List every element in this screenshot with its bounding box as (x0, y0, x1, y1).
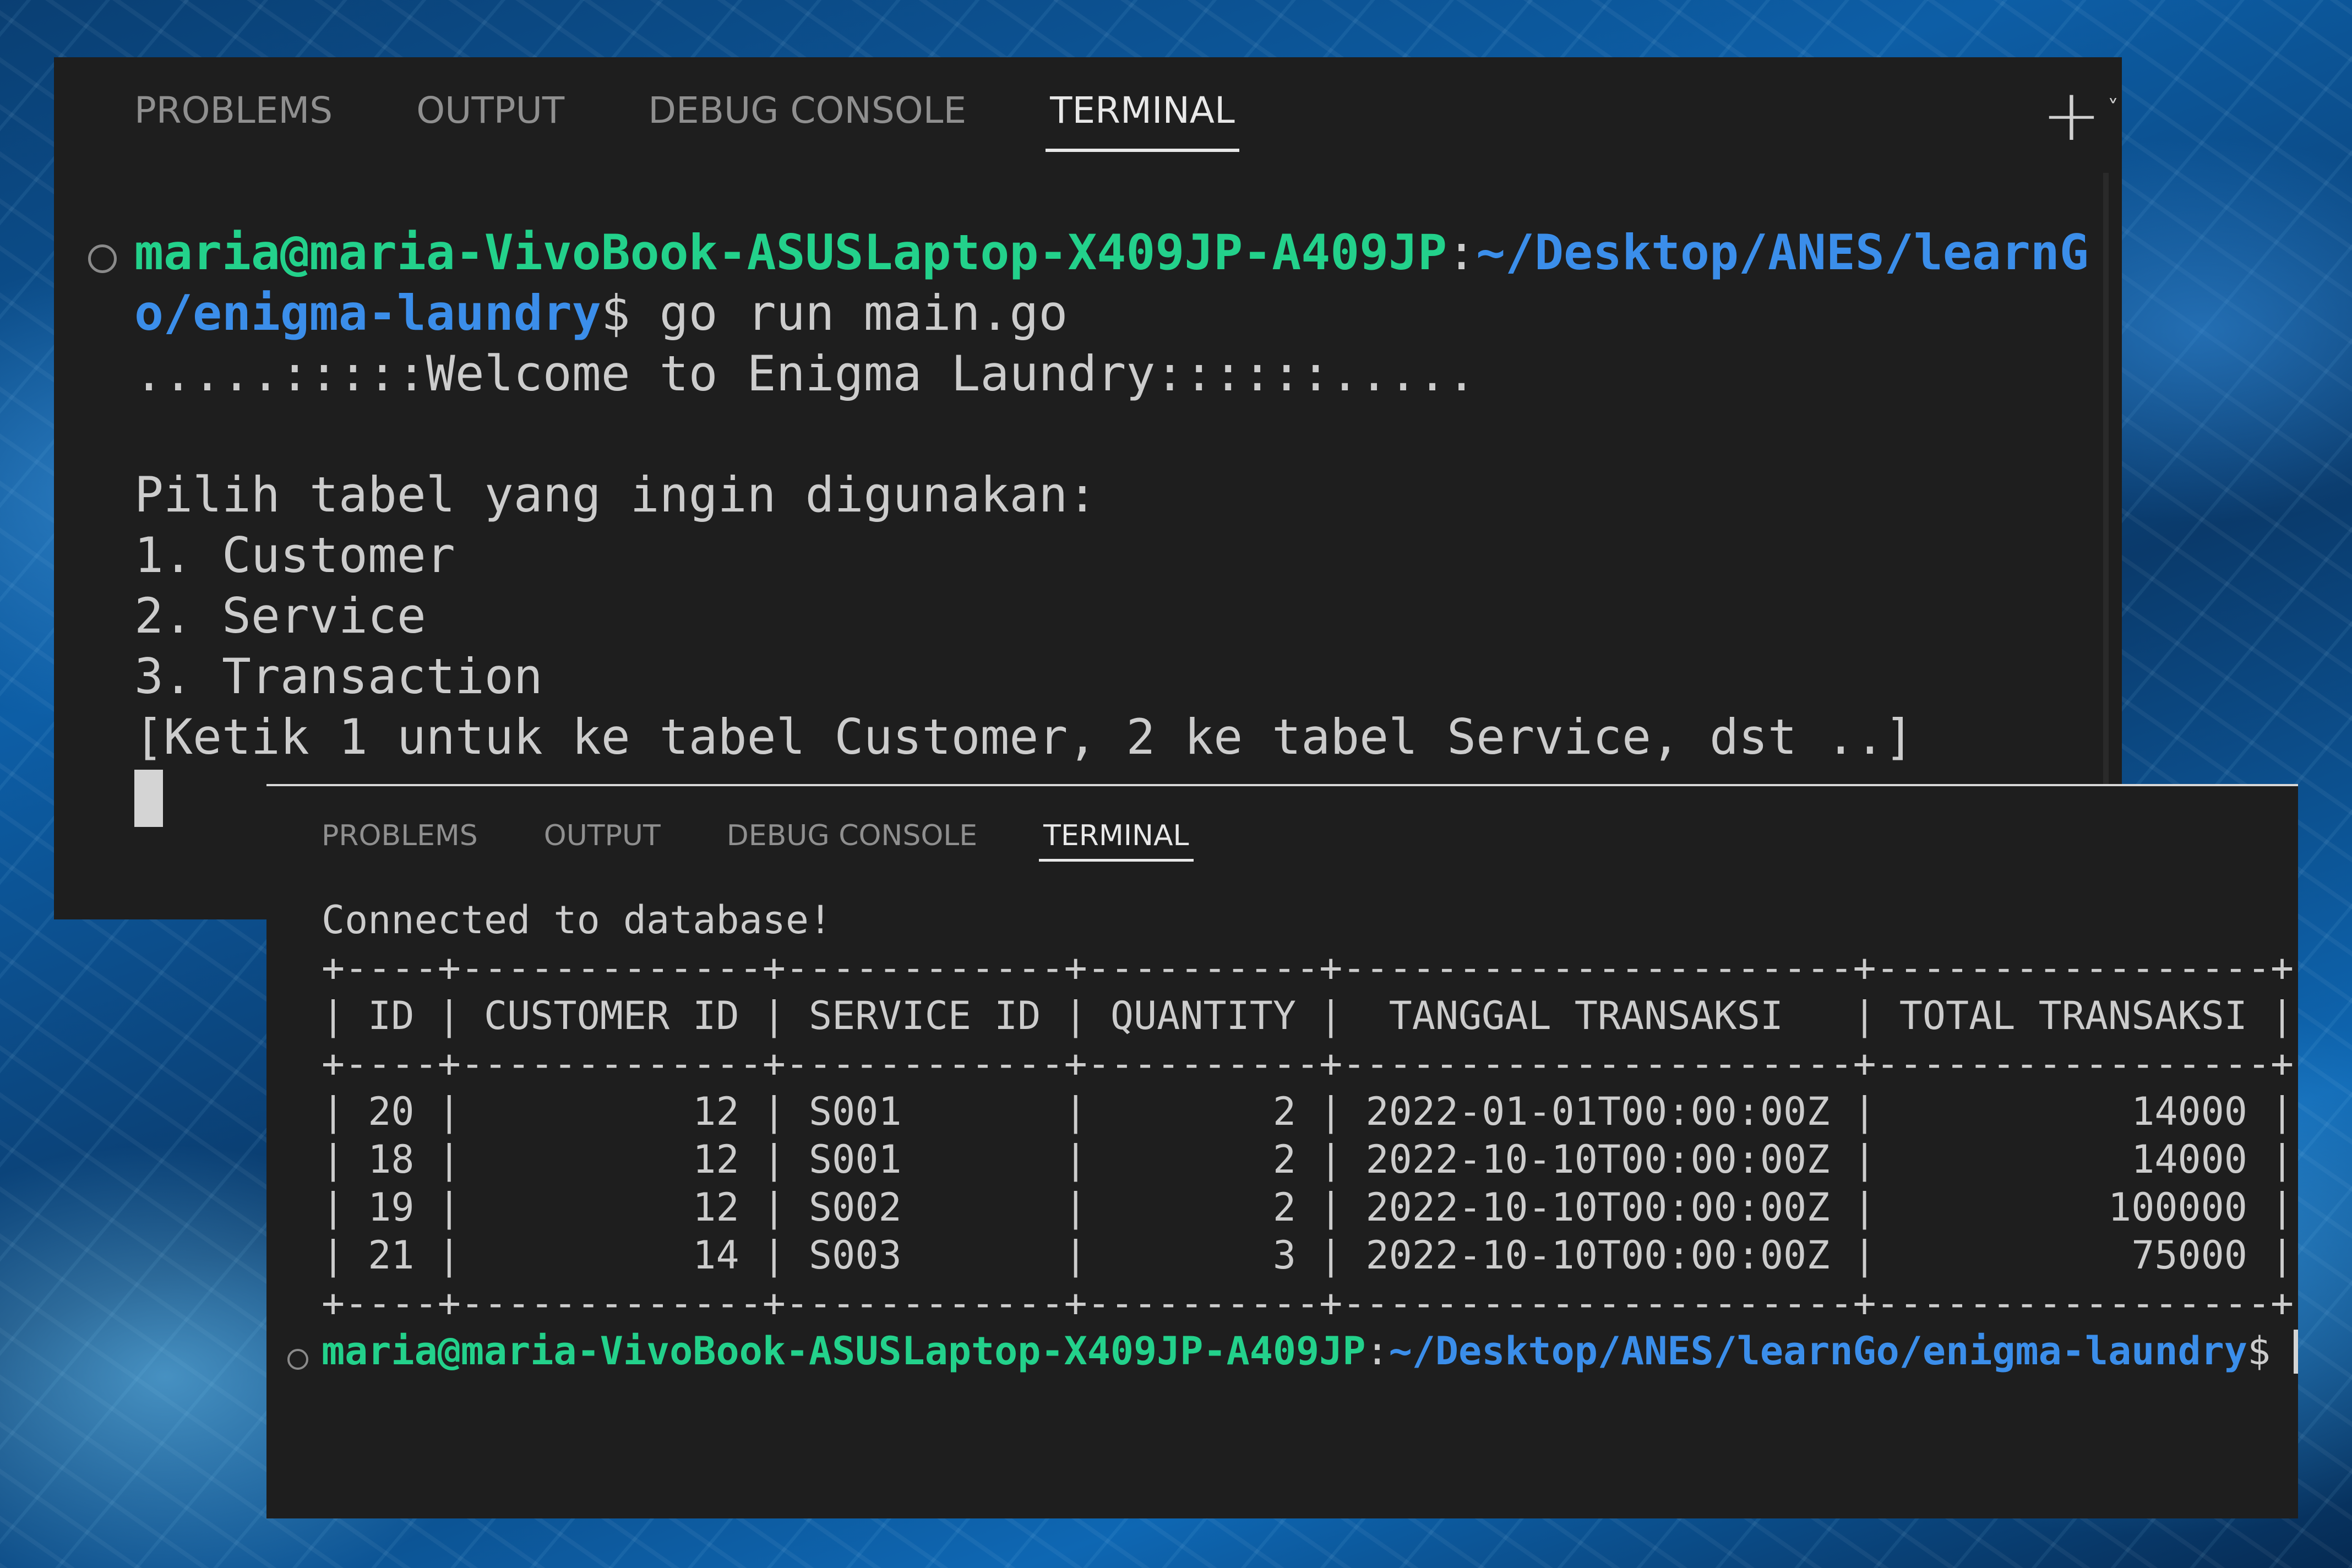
prompt-path: ~/Desktop/ANES/learnG (1476, 224, 2089, 281)
tab-output[interactable]: OUTPUT (416, 89, 564, 150)
table-row: | 19 | 12 | S002 | 2 | 2022-10-10T00:00:… (322, 1185, 2294, 1230)
table-border: +----+-------------+------------+-------… (322, 1281, 2294, 1326)
terminal-cursor (134, 770, 163, 827)
prompt-colon: : (1365, 1329, 1389, 1374)
prompt-line-continued: o/enigma-laundry$ go run main.go (134, 283, 2089, 344)
tab-problems[interactable]: PROBLEMS (134, 89, 333, 150)
tab-problems[interactable]: PROBLEMS (322, 819, 478, 863)
table-border: +----+-------------+------------+-------… (322, 945, 2294, 990)
tab-output[interactable]: OUTPUT (544, 819, 661, 863)
tab-debug-console[interactable]: DEBUG CONSOLE (727, 819, 977, 863)
terminal-cursor (2294, 1330, 2298, 1374)
prompt-user: maria@maria-VivoBook-ASUSLaptop-X409JP-A… (322, 1329, 1366, 1374)
output-line: Pilih tabel yang ingin digunakan: (134, 466, 1097, 523)
prompt-path-continued: o/enigma-laundry (134, 285, 601, 341)
status-line: Connected to database! (322, 897, 832, 943)
command-status-icon (88, 244, 117, 273)
output-line: [Ketik 1 untuk ke tabel Customer, 2 ke t… (134, 709, 1914, 765)
table-header: | ID | CUSTOMER ID | SERVICE ID | QUANTI… (322, 993, 2294, 1038)
terminal-output[interactable]: maria@maria-VivoBook-ASUSLaptop-X409JP-A… (134, 222, 2089, 828)
prompt-dollar: $ (2247, 1329, 2294, 1374)
table-border: +----+-------------+------------+-------… (322, 1041, 2294, 1086)
tab-terminal[interactable]: TERMINAL (1039, 819, 1194, 863)
command-status-icon (287, 1349, 308, 1370)
prompt-user: maria@maria-VivoBook-ASUSLaptop-X409JP-A… (134, 224, 1447, 281)
output-line: .....:::::Welcome to Enigma Laundry:::::… (134, 345, 1477, 402)
output-line: 1. Customer (134, 527, 455, 584)
prompt-line: maria@maria-VivoBook-ASUSLaptop-X409JP-A… (134, 222, 2089, 283)
panel-tabs: PROBLEMS OUTPUT DEBUG CONSOLE TERMINAL (322, 819, 1255, 863)
terminal-panel-overlay: PROBLEMS OUTPUT DEBUG CONSOLE TERMINAL C… (266, 784, 2298, 1518)
plus-icon[interactable]: + (2041, 79, 2101, 151)
tab-terminal[interactable]: TERMINAL (1046, 89, 1239, 152)
output-line: 2. Service (134, 587, 426, 644)
output-line: 3. Transaction (134, 648, 543, 705)
panel-tabs: PROBLEMS OUTPUT DEBUG CONSOLE TERMINAL (134, 89, 1319, 152)
table-row: | 21 | 14 | S003 | 3 | 2022-10-10T00:00:… (322, 1233, 2294, 1278)
table-row: | 20 | 12 | S001 | 2 | 2022-01-01T00:00:… (322, 1089, 2294, 1134)
prompt-line: maria@maria-VivoBook-ASUSLaptop-X409JP-A… (322, 1327, 2298, 1375)
command-text: $ go run main.go (601, 285, 1068, 341)
tab-debug-console[interactable]: DEBUG CONSOLE (648, 89, 966, 150)
table-row: | 18 | 12 | S001 | 2 | 2022-10-10T00:00:… (322, 1137, 2294, 1182)
chevron-down-icon[interactable]: ˅ (2108, 96, 2119, 121)
prompt-path: ~/Desktop/ANES/learnGo/enigma-laundry (1389, 1329, 2247, 1374)
prompt-colon: : (1447, 224, 1477, 281)
terminal-output[interactable]: Connected to database! +----+------------… (322, 896, 2298, 1375)
